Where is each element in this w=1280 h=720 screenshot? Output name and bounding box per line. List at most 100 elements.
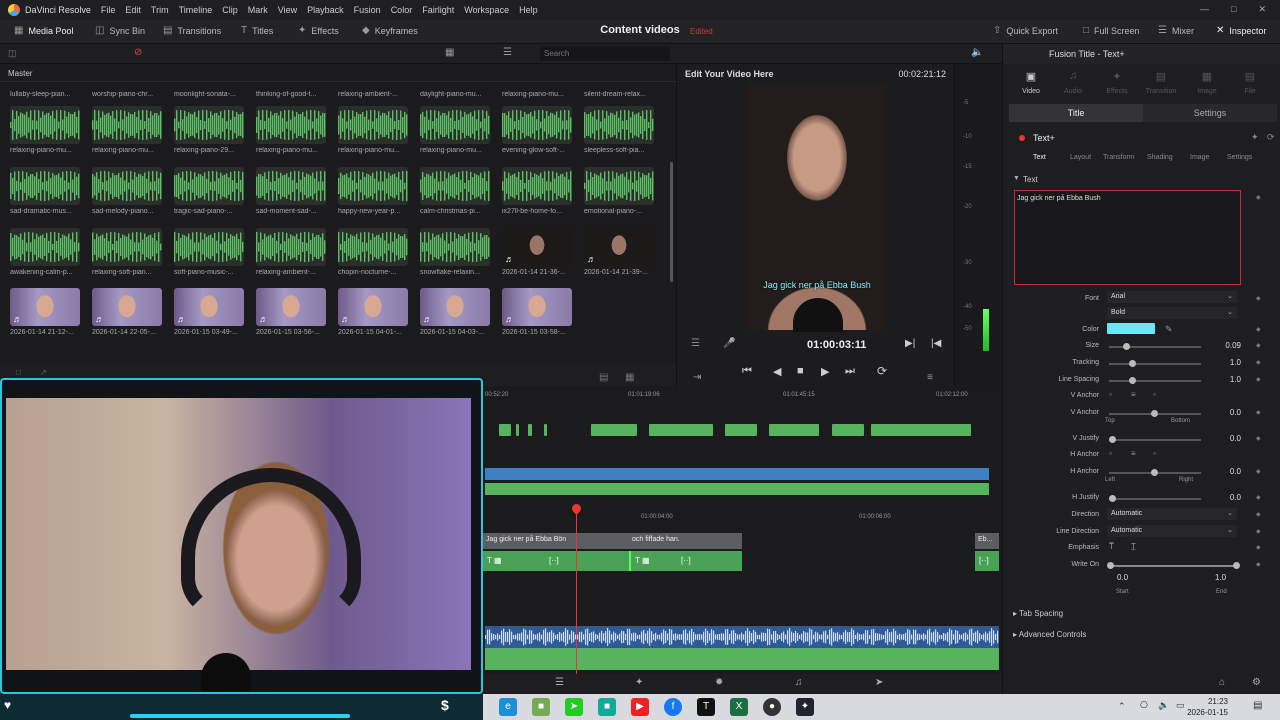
media-clip[interactable]: ♬ 2026-01-14 21-12-... [10, 288, 80, 336]
battery-icon[interactable]: ▭ [1176, 700, 1185, 711]
viewer-frame[interactable]: Jag gick ner på Ebba Bush [748, 84, 886, 332]
slider-knob[interactable] [1123, 343, 1130, 350]
loop-icon[interactable]: ⟳ [877, 364, 887, 378]
video-tab-icon[interactable]: ▣ [1013, 70, 1049, 83]
title-clip[interactable]: T ▦ [··] [629, 551, 742, 571]
keyframe-icon[interactable]: ◆ [1256, 435, 1261, 442]
notification-icon[interactable]: ▤ [1253, 700, 1262, 711]
keyframe-icon[interactable]: ◆ [1256, 326, 1261, 333]
media-clip[interactable]: relaxing-ambient-... [256, 228, 326, 276]
next-frame-icon[interactable]: ▶| [905, 338, 915, 349]
media-pool-scrollbar[interactable] [670, 162, 673, 282]
subtab-transform[interactable]: Transform [1103, 154, 1135, 161]
transition-tab-icon[interactable]: ▤ [1143, 70, 1179, 83]
subtab-text[interactable]: Text [1033, 154, 1046, 161]
write-on-start-knob[interactable] [1107, 562, 1114, 569]
align-right-icon[interactable]: ▫ [1153, 449, 1156, 458]
tab-spacing-section[interactable]: ▸ Tab Spacing [1013, 609, 1063, 618]
v-justify-slider[interactable] [1109, 436, 1201, 443]
advanced-controls-section[interactable]: ▸ Advanced Controls [1013, 630, 1086, 639]
media-clip[interactable]: happy-new-year-p... [338, 167, 408, 215]
timeline-tool-icon[interactable]: □ [16, 368, 21, 377]
align-bottom-icon[interactable]: ▫ [1153, 390, 1156, 399]
audio-track[interactable] [485, 626, 999, 670]
keyframe-icon[interactable]: ◆ [1256, 376, 1261, 383]
timeline-options-icon[interactable]: ≡ [927, 372, 933, 383]
full-screen-button[interactable]: □ Full Screen [1083, 25, 1140, 36]
menu-fusion[interactable]: Fusion [354, 5, 381, 15]
menu-playback[interactable]: Playback [307, 5, 344, 15]
inspector-button[interactable]: ✕ Inspector [1216, 25, 1266, 36]
file-tab-icon[interactable]: ▤ [1232, 70, 1268, 83]
menu-help[interactable]: Help [519, 5, 538, 15]
mini-timeline[interactable] [483, 410, 1002, 440]
menu-edit[interactable]: Edit [125, 5, 141, 15]
v-justify-value[interactable]: 0.0 [1211, 434, 1241, 443]
menu-workspace[interactable]: Workspace [464, 5, 509, 15]
timeline-tool-icon[interactable]: ↗ [40, 368, 47, 377]
line-spacing-value[interactable]: 1.0 [1211, 375, 1241, 384]
color-page-icon[interactable]: ✹ [715, 677, 723, 688]
media-clip[interactable]: sad-moment-sad-... [256, 167, 326, 215]
gear-icon[interactable]: ⚙ [1252, 677, 1261, 688]
media-clip[interactable]: relaxing-piano-mu... [92, 106, 162, 154]
play-icon[interactable]: ▶ [821, 365, 829, 378]
media-clip[interactable]: ♬ 2026-01-15 04-03-... [420, 288, 490, 336]
sync-bin-button[interactable]: ◫ Sync Bin [95, 25, 145, 36]
grid-view-icon[interactable]: ▦ [445, 47, 454, 58]
keyframe-icon[interactable]: ◆ [1256, 359, 1261, 366]
mini-timeline-clip[interactable] [528, 424, 532, 436]
quick-export-button[interactable]: ⇧ Quick Export [993, 25, 1058, 36]
mini-timeline-clip[interactable] [544, 424, 547, 436]
media-clip[interactable]: ♬ 2026-01-14 21-39-... [584, 228, 654, 276]
media-clip[interactable]: chopin-nocturne-... [338, 228, 408, 276]
subtab-image[interactable]: Image [1190, 154, 1209, 161]
slider-knob[interactable] [1109, 436, 1116, 443]
stop-icon[interactable]: ■ [797, 365, 804, 377]
timeline-tool-icon[interactable]: ▦ [625, 372, 634, 383]
media-clip[interactable]: ♬ 2026-01-15 03-56-... [256, 288, 326, 336]
menu-clip[interactable]: Clip [222, 5, 238, 15]
media-clip[interactable]: ix27ll-be-home-fo... [502, 167, 572, 215]
playhead[interactable] [576, 506, 577, 676]
subtab-layout[interactable]: Layout [1070, 154, 1091, 161]
direction-dropdown[interactable]: Automatic ⌄ [1107, 508, 1237, 520]
keyframe-icon[interactable]: ◆ [1256, 194, 1261, 201]
game-icon[interactable]: ■ [532, 698, 550, 716]
youtube-icon[interactable]: ▶ [631, 698, 649, 716]
slider-knob[interactable] [1129, 377, 1136, 384]
cut-page-icon[interactable]: ☰ [555, 677, 564, 688]
h-anchor-slider[interactable] [1109, 469, 1201, 476]
mini-timeline-clip[interactable] [725, 424, 757, 436]
keyframe-icon[interactable]: ◆ [1256, 409, 1261, 416]
write-on-end-knob[interactable] [1233, 562, 1240, 569]
chevron-down-icon[interactable]: ▼ [1013, 175, 1020, 182]
subtitle-clip[interactable]: Jag gick ner på Ebba Bön [483, 533, 629, 549]
tab-audio[interactable]: Audio [1055, 88, 1091, 95]
overview-audio-track[interactable] [485, 483, 989, 495]
write-on-end-value[interactable]: 1.0 [1215, 573, 1226, 582]
media-clip[interactable]: evening-glow-soft-... [502, 106, 572, 154]
effects-button[interactable]: ✦ Effects [298, 25, 339, 36]
media-clip[interactable]: ♬ 2026-01-15 03-49-... [174, 288, 244, 336]
tracking-value[interactable]: 1.0 [1211, 358, 1241, 367]
align-top-icon[interactable]: ▫ [1109, 390, 1112, 399]
font-dropdown[interactable]: Arial ⌄ [1107, 291, 1237, 303]
tracking-slider[interactable] [1109, 360, 1201, 367]
styled-text-input[interactable]: Jag gick ner på Ebba Bush [1014, 190, 1241, 285]
unlink-icon[interactable]: ⊘ [134, 47, 142, 58]
slider-knob[interactable] [1129, 360, 1136, 367]
line-spacing-slider[interactable] [1109, 377, 1201, 384]
media-clip[interactable]: relaxing-soft-pian... [92, 228, 162, 276]
effects-tab-icon[interactable]: ✦ [1099, 70, 1135, 83]
menu-trim[interactable]: Trim [151, 5, 169, 15]
keyframes-button[interactable]: ◆ Keyframes [362, 25, 418, 36]
keyframe-icon[interactable]: ◆ [1256, 561, 1261, 568]
media-clip[interactable]: relaxing-piano-mu... [256, 106, 326, 154]
line-direction-dropdown[interactable]: Automatic ⌄ [1107, 525, 1237, 537]
media-clip[interactable]: sad-dramatic-mus... [10, 167, 80, 215]
mini-timeline-clip[interactable] [649, 424, 713, 436]
media-clip[interactable]: tragic-sad-piano-... [174, 167, 244, 215]
subtitle-clip[interactable]: Eb... [975, 533, 999, 549]
subtab-settings[interactable]: Settings [1227, 154, 1252, 161]
